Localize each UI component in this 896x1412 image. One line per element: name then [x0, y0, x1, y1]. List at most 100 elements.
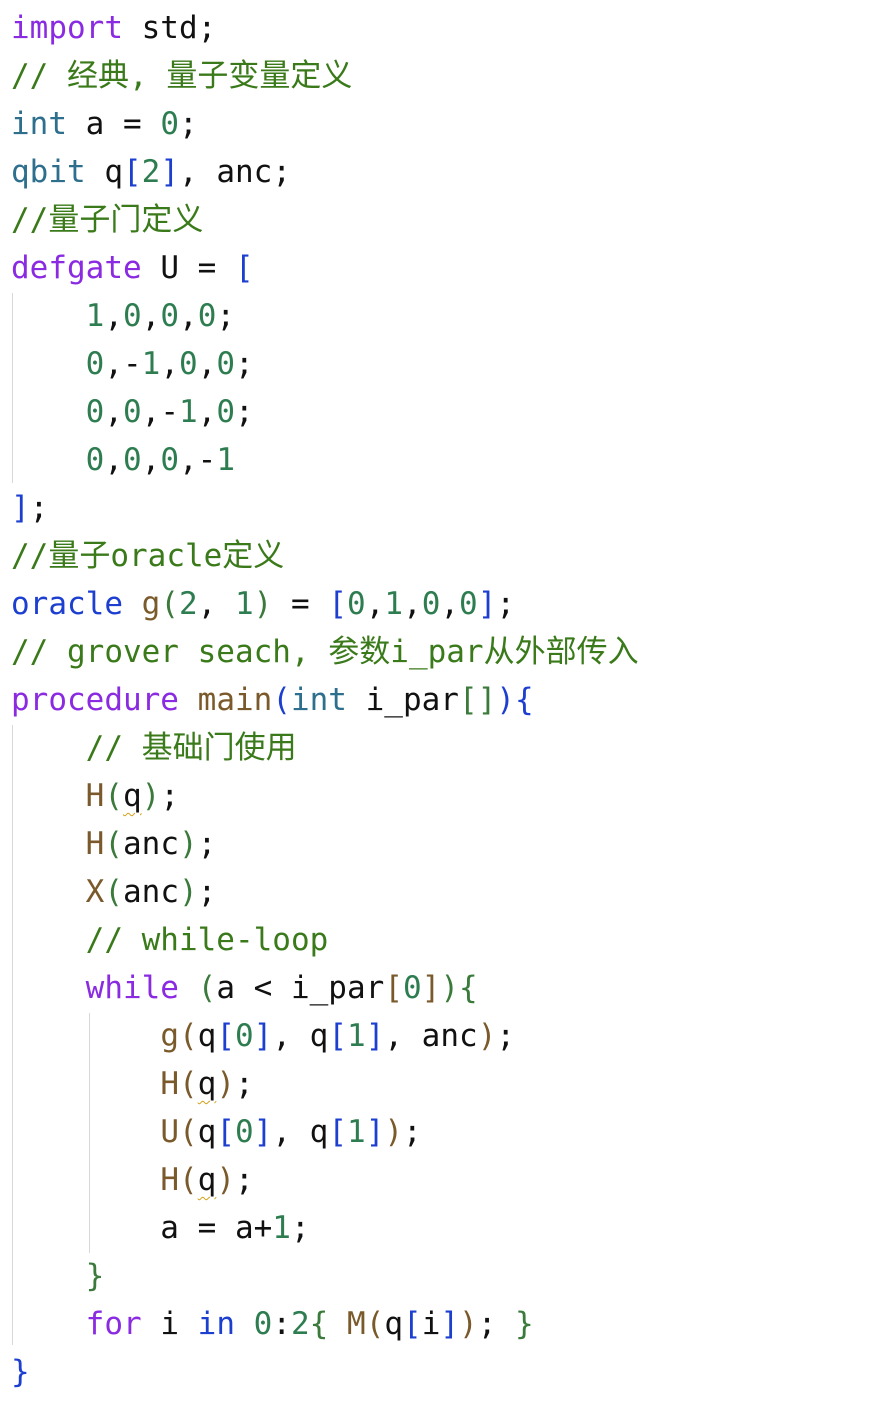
- code-token: 0: [347, 586, 366, 622]
- code-token: q: [123, 778, 142, 814]
- code-token: q: [85, 154, 123, 190]
- code-line[interactable]: oracle g(2, 1) = [0,1,0,0];: [11, 580, 515, 628]
- code-line[interactable]: // 基础门使用: [11, 724, 297, 772]
- code-token: []: [458, 682, 497, 718]
- code-token: 0: [253, 1306, 273, 1342]
- code-line[interactable]: g(q[0], q[1], anc);: [11, 1012, 515, 1060]
- code-line[interactable]: procedure main(int i_par[]){: [11, 676, 534, 724]
- code-token: ;: [179, 106, 198, 142]
- code-token: ;: [160, 778, 180, 814]
- code-token: ,-: [179, 442, 217, 478]
- code-line[interactable]: H(q);: [11, 772, 179, 820]
- code-token: ,: [104, 442, 123, 478]
- code-line[interactable]: int a = 0;: [11, 100, 198, 148]
- code-token: ;: [216, 298, 236, 334]
- code-token: 0: [197, 298, 217, 334]
- code-token: [: [328, 1114, 348, 1150]
- code-token: ,: [141, 442, 161, 478]
- code-token: ;: [197, 874, 217, 910]
- code-token: std;: [122, 10, 217, 46]
- code-line[interactable]: // 经典, 量子变量定义: [11, 52, 352, 100]
- code-line[interactable]: for i in 0:2{ M(q[i]); }: [11, 1300, 534, 1348]
- code-token: ,: [141, 298, 161, 334]
- code-line[interactable]: //量子oracle定义: [11, 532, 284, 580]
- code-token: ]: [253, 1114, 273, 1150]
- code-line[interactable]: }: [11, 1252, 105, 1300]
- code-token: 0: [179, 346, 198, 382]
- code-token: int: [290, 682, 347, 718]
- code-line[interactable]: import std;: [11, 4, 216, 52]
- code-token: {: [514, 682, 534, 718]
- code-line[interactable]: qbit q[2], anc;: [11, 148, 291, 196]
- code-line[interactable]: defgate U = [: [11, 244, 254, 292]
- code-token: 1: [179, 394, 198, 430]
- code-token: g: [141, 586, 161, 622]
- code-line[interactable]: a = a+1;: [11, 1204, 310, 1252]
- code-token: ): [477, 1018, 497, 1054]
- code-token: [: [122, 154, 142, 190]
- code-token: i: [421, 1306, 441, 1342]
- code-line[interactable]: }: [11, 1348, 30, 1396]
- code-token: ,: [197, 346, 217, 382]
- code-token: (: [104, 874, 123, 910]
- code-line[interactable]: 0,-1,0,0;: [11, 340, 254, 388]
- code-token: ,: [403, 586, 422, 622]
- code-token: anc: [123, 874, 179, 910]
- code-line[interactable]: X(anc);: [11, 868, 217, 916]
- code-token: X: [85, 874, 105, 910]
- code-line[interactable]: 0,0,-1,0;: [11, 388, 254, 436]
- code-token: ;: [235, 346, 254, 382]
- code-editor[interactable]: import std;// 经典, 量子变量定义 int a = 0; qbit q…: [0, 0, 896, 1412]
- code-token: ;: [290, 1210, 310, 1246]
- code-token: U: [160, 1114, 179, 1150]
- code-token: H: [160, 1162, 179, 1198]
- code-line[interactable]: //量子门定义: [11, 196, 203, 244]
- code-token: (: [178, 1114, 198, 1150]
- code-token: ]: [440, 1306, 460, 1342]
- code-token: {: [309, 1306, 329, 1342]
- code-token: ,: [365, 586, 385, 622]
- code-token: (: [178, 1018, 198, 1054]
- code-line[interactable]: H(q);: [11, 1060, 253, 1108]
- code-token: ): [459, 1306, 478, 1342]
- code-line[interactable]: while (a < i_par[0]){: [11, 964, 478, 1012]
- code-token: [: [234, 250, 254, 286]
- code-token: 0: [459, 586, 478, 622]
- code-token: [: [328, 1018, 348, 1054]
- code-line[interactable]: U(q[0], q[1]);: [11, 1108, 422, 1156]
- code-token: 1: [85, 298, 105, 334]
- code-token: ): [179, 826, 198, 862]
- code-token: q: [197, 1114, 217, 1150]
- code-token: defgate: [11, 250, 142, 286]
- code-line[interactable]: ];: [11, 484, 48, 532]
- code-token: M: [347, 1306, 366, 1342]
- code-token: 1: [347, 1018, 366, 1054]
- code-line[interactable]: H(q);: [11, 1156, 254, 1204]
- code-token: a =: [67, 106, 161, 142]
- code-token: 0: [160, 298, 180, 334]
- code-line[interactable]: // grover seach, 参数i_par从外部传入: [11, 628, 639, 676]
- code-token: ;: [403, 1114, 422, 1150]
- code-token: ;: [477, 1306, 516, 1342]
- code-line[interactable]: 0,0,0,-1: [11, 436, 235, 484]
- code-token: ,-: [141, 394, 179, 430]
- code-token: U =: [141, 250, 235, 286]
- code-line[interactable]: 1,0,0,0;: [11, 292, 235, 340]
- code-token: a < i_par: [216, 970, 385, 1006]
- code-token: H: [85, 778, 105, 814]
- code-token: ]: [160, 154, 179, 190]
- code-token: q: [197, 1066, 217, 1102]
- code-token: ;: [235, 1162, 254, 1198]
- code-line[interactable]: H(anc);: [11, 820, 217, 868]
- code-line[interactable]: // while-loop: [11, 916, 329, 964]
- code-token: in: [197, 1306, 235, 1342]
